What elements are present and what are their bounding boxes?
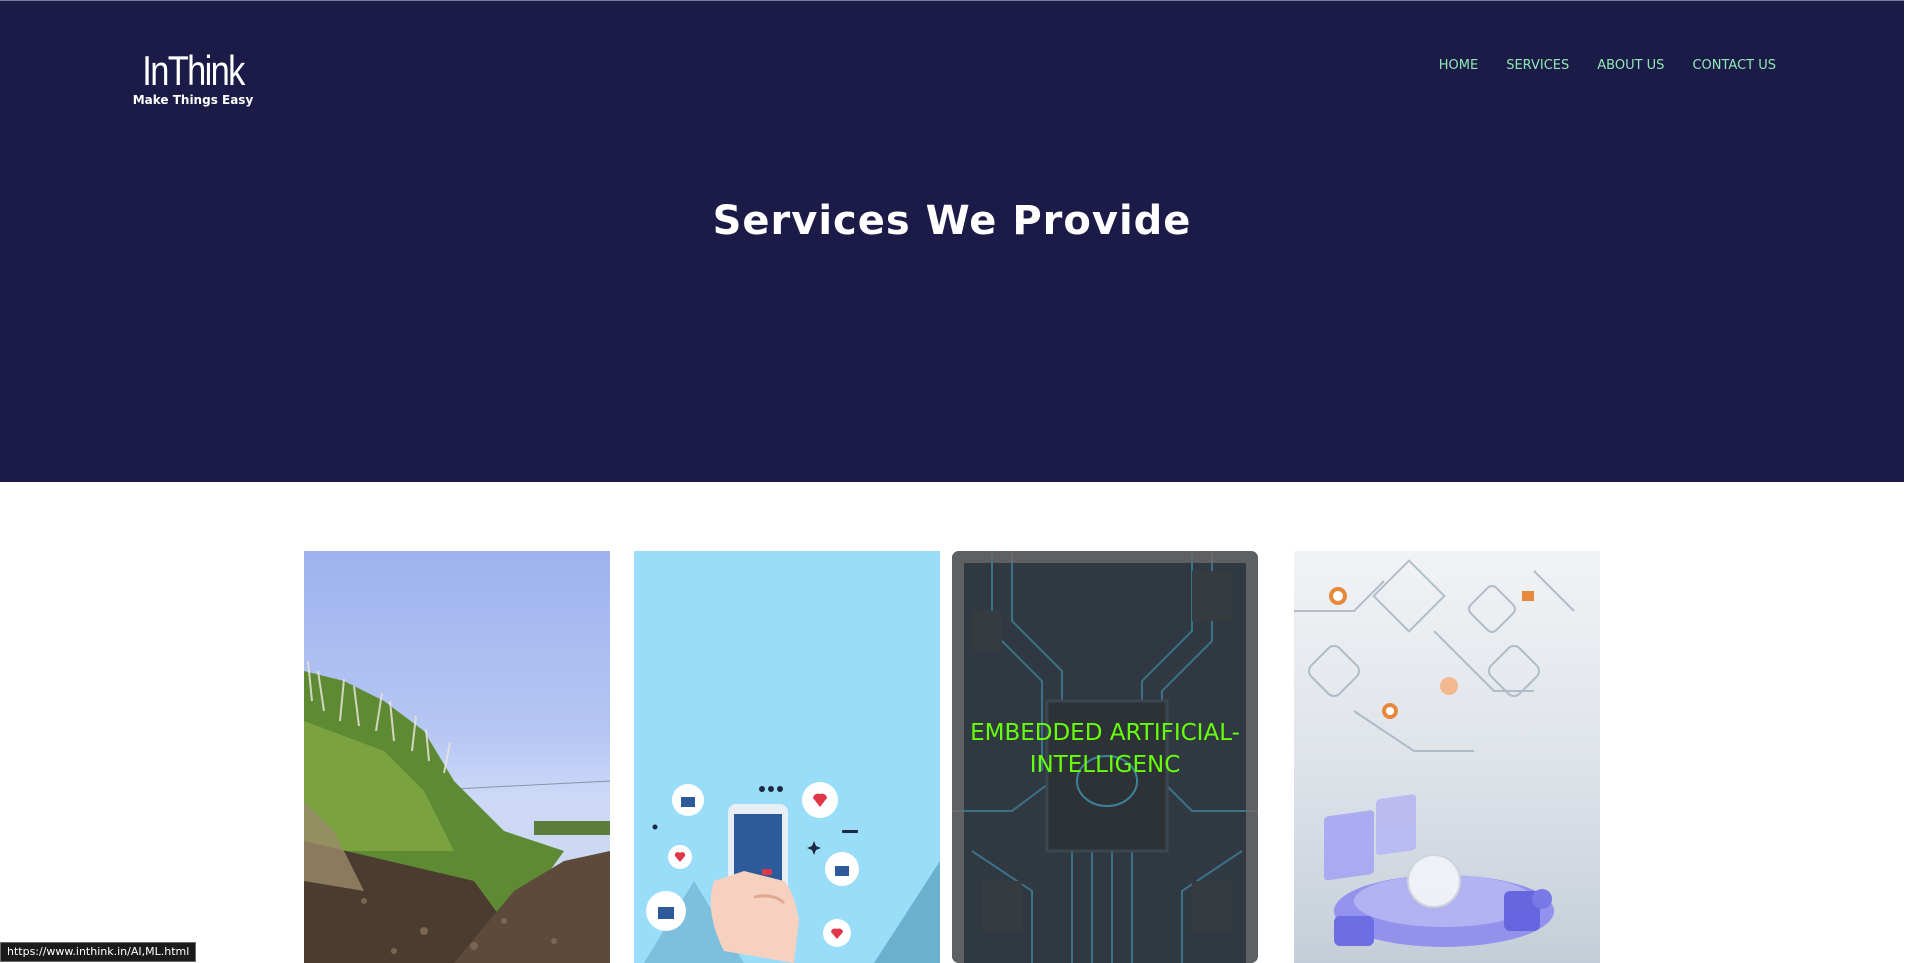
social-media-illustration [644,782,940,963]
service-card-embedded-ai[interactable]: EMBEDDED ARTIFICIAL-INTELLIGENC [952,551,1258,963]
page: InThink Make Things Easy HOME SERVICES A… [0,0,1905,963]
embedded-ai-label: EMBEDDED ARTIFICIAL-INTELLIGENC [970,720,1240,778]
tech-illustration [1294,559,1575,947]
field-image [304,660,610,963]
nav-about-link[interactable]: ABOUT US [1597,58,1664,74]
logo[interactable]: InThink Make Things Easy [128,47,258,108]
service-card-social-media[interactable] [634,551,940,963]
main-nav: HOME SERVICES ABOUT US CONTACT US [1439,58,1776,74]
service-card-field[interactable] [304,551,610,963]
nav-contact-link[interactable]: CONTACT US [1692,58,1776,74]
hero-section: InThink Make Things Easy HOME SERVICES A… [0,0,1904,482]
service-card-tech[interactable] [1294,551,1600,963]
logo-tagline: Make Things Easy [132,93,254,107]
nav-services-link[interactable]: SERVICES [1506,58,1569,74]
status-bar-url: https://www.inthink.in/AI,ML.html [0,942,197,962]
logo-name: InThink [142,47,245,94]
nav-home-link[interactable]: HOME [1439,58,1478,74]
page-title: Services We Provide [712,198,1192,244]
